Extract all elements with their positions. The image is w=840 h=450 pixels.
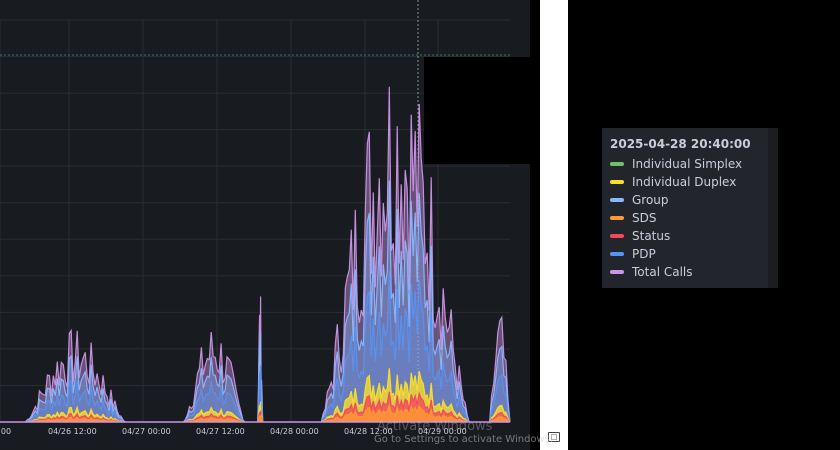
- series-color-swatch: [610, 252, 624, 256]
- tooltip-row: Group: [610, 191, 669, 209]
- x-tick-label: 04/26 12:00: [48, 427, 97, 436]
- x-tick-label: 00:00: [0, 427, 11, 436]
- tooltip-row: Individual Simplex: [610, 155, 742, 173]
- series-color-swatch: [610, 180, 624, 184]
- redacted-region: [424, 57, 532, 164]
- tooltip-series-label: Group: [632, 193, 669, 207]
- series-color-swatch: [610, 270, 624, 274]
- time-series-panel: 00:00 04/26 12:00 04/27 00:00 04/27 12:00 04…: [0, 0, 532, 450]
- series-color-swatch: [610, 234, 624, 238]
- tooltip-row: PDP: [610, 245, 656, 263]
- tooltip-series-label: PDP: [632, 247, 656, 261]
- series-color-swatch: [610, 198, 624, 202]
- tooltip-series-label: SDS: [632, 211, 657, 225]
- tooltip-series-label: Status: [632, 229, 671, 243]
- activate-windows-subtitle: Go to Settings to activate Windows.: [374, 434, 554, 445]
- tooltip-series-label: Individual Simplex: [632, 157, 743, 171]
- tooltip-row: Status: [610, 227, 670, 245]
- x-tick-label: 04/28 00:00: [270, 427, 319, 436]
- chart-tooltip: 2025-04-28 20:40:00 Individual Simplex In…: [602, 128, 768, 288]
- x-tick-label: 04/27 12:00: [196, 427, 245, 436]
- x-tick-label: 04/27 00:00: [122, 427, 171, 436]
- series-color-swatch: [610, 162, 624, 166]
- tooltip-series-label: Individual Duplex: [632, 175, 737, 189]
- tooltip-row: Total Calls: [610, 263, 693, 281]
- activate-windows-title: Activate Windows: [377, 419, 493, 434]
- tooltip-row: SDS: [610, 209, 656, 227]
- series-color-swatch: [610, 216, 624, 220]
- tooltip-row: Individual Duplex: [610, 173, 736, 191]
- splitter[interactable]: [540, 0, 568, 450]
- tooltip-timestamp: 2025-04-28 20:40:00: [610, 137, 751, 151]
- tooltip-series-label: Total Calls: [632, 265, 693, 279]
